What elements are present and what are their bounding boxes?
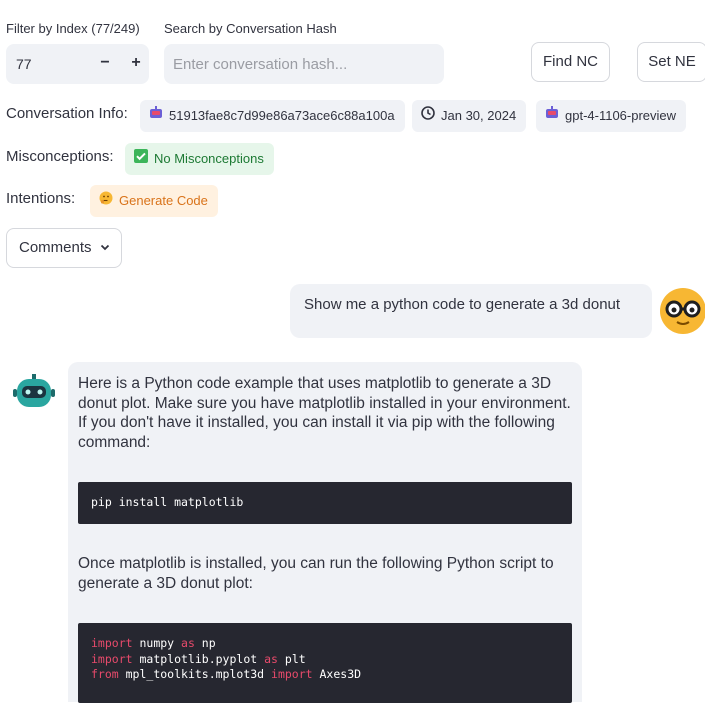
user-avatar-icon [660, 288, 705, 334]
check-icon [134, 143, 148, 175]
comments-label: Comments [19, 239, 92, 256]
hash-chip: 51913fae8c7d99e86a73ace6c88a100a [140, 100, 405, 132]
conversation-date: Jan 30, 2024 [441, 108, 517, 123]
conversation-hash: 51913fae8c7d99e86a73ace6c88a100a [169, 108, 395, 123]
misconceptions-label: Misconceptions: [6, 148, 114, 165]
robot-icon [149, 100, 163, 132]
python-code-block: import numpy as np import matplotlib.pyp… [78, 623, 572, 703]
intentions-text: Generate Code [119, 193, 208, 208]
index-stepper[interactable]: 77 − + [6, 44, 149, 84]
misconceptions-text: No Misconceptions [154, 151, 264, 166]
date-chip: Jan 30, 2024 [412, 100, 527, 132]
code-line-3: from mpl_toolkits.mplot3d import Axes3D [91, 667, 362, 681]
assistant-avatar-icon [13, 374, 55, 412]
model-name: gpt-4-1106-preview [565, 108, 677, 123]
comments-expander[interactable]: Comments [6, 228, 122, 268]
filter-label: Filter by Index (77/249) [6, 21, 140, 36]
hash-search-input[interactable] [164, 44, 444, 84]
assistant-intro-text: Here is a Python code example that uses … [78, 375, 571, 451]
assistant-middle-text: Once matplotlib is installed, you can ru… [78, 555, 554, 592]
intentions-label: Intentions: [6, 190, 76, 207]
thinking-face-icon [99, 185, 113, 217]
index-value[interactable]: 77 [16, 56, 32, 72]
install-command: pip install matplotlib [91, 495, 244, 509]
model-chip: gpt-4-1106-preview [536, 100, 687, 132]
code-line-1: import numpy as np [91, 636, 216, 650]
find-nc-button[interactable]: Find NC [531, 42, 610, 82]
install-code-block: pip install matplotlib [78, 482, 572, 524]
clock-icon [421, 100, 435, 132]
increment-button[interactable]: + [123, 50, 149, 76]
search-label: Search by Conversation Hash [164, 21, 337, 36]
conversation-info-label: Conversation Info: [6, 105, 128, 122]
chevron-down-icon [100, 229, 110, 267]
user-message: Show me a python code to generate a 3d d… [290, 284, 652, 338]
user-message-text: Show me a python code to generate a 3d d… [304, 296, 621, 313]
assistant-message: Here is a Python code example that uses … [68, 362, 582, 703]
robot-icon [545, 100, 559, 132]
code-line-2: import matplotlib.pyplot as plt [91, 651, 306, 666]
misconceptions-badge: No Misconceptions [125, 143, 274, 175]
intentions-badge: Generate Code [90, 185, 218, 217]
set-ne-button[interactable]: Set NE [637, 42, 705, 82]
decrement-button[interactable]: − [92, 50, 118, 76]
